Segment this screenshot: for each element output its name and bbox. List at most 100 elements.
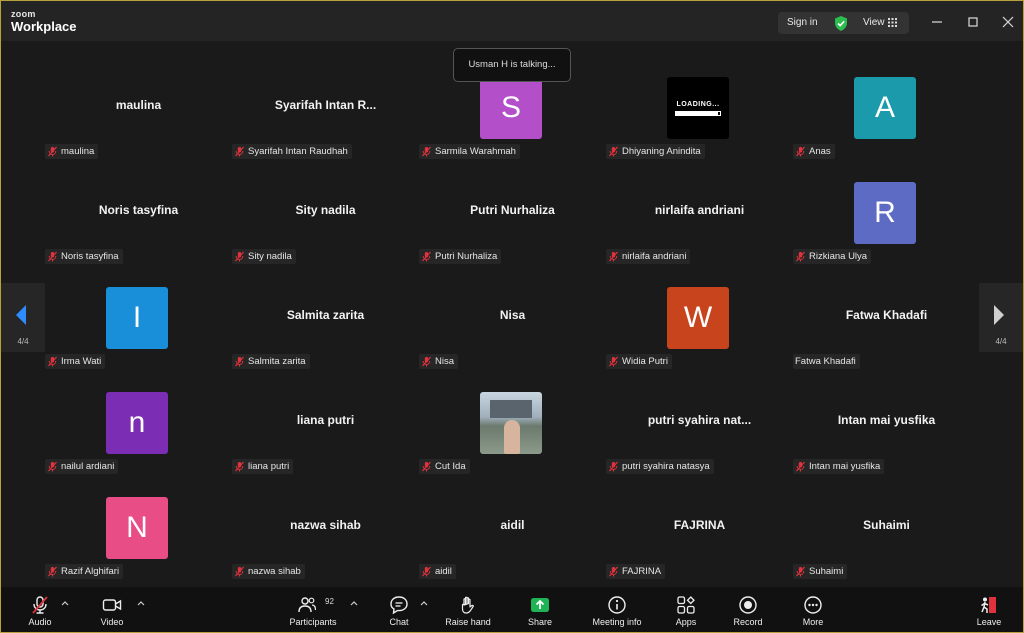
participant-name-tag: aidil xyxy=(419,564,456,579)
participant-name: Sity nadila xyxy=(248,251,292,262)
prev-page-button[interactable]: 4/4 xyxy=(1,283,45,352)
record-button[interactable]: Record xyxy=(731,587,765,632)
mic-muted-icon xyxy=(234,251,248,262)
minimize-button[interactable] xyxy=(926,11,948,33)
participant-name-tag: Intan mai yusfika xyxy=(793,459,885,474)
mic-muted-icon xyxy=(421,566,435,577)
participant-display-name: Noris tasyfina xyxy=(98,203,179,217)
participant-avatar: S xyxy=(480,77,542,139)
maximize-button[interactable] xyxy=(962,11,984,33)
chat-button[interactable]: Chat xyxy=(382,587,416,632)
participant-tile[interactable]: R Rizkiana Ulya xyxy=(793,182,980,287)
participant-tile[interactable]: Salmita zarita Salmita zarita xyxy=(232,287,419,392)
mic-muted-icon xyxy=(608,566,622,577)
mic-muted-icon xyxy=(421,461,435,472)
apps-button[interactable]: Apps xyxy=(669,587,703,632)
participant-name-tag: Cut Ida xyxy=(419,459,470,474)
participant-name: Dhiyaning Anindita xyxy=(622,146,701,157)
participant-tile[interactable]: A Anas xyxy=(793,77,980,182)
participant-name: maulina xyxy=(61,146,95,157)
close-button[interactable] xyxy=(997,11,1019,33)
sign-in-button[interactable]: Sign in xyxy=(787,17,818,28)
participant-name: Widia Putri xyxy=(622,356,668,367)
participant-name-tag: Suhaimi xyxy=(793,564,848,579)
participant-tile[interactable]: maulina maulina xyxy=(45,77,232,182)
share-label: Share xyxy=(527,617,553,627)
participant-tile[interactable]: Fatwa Khadafi Fatwa Khadafi xyxy=(793,287,980,392)
leave-label: Leave xyxy=(976,617,1002,627)
video-options-caret-icon[interactable] xyxy=(137,599,145,607)
participant-tile[interactable]: putri syahira nat... putri syahira natasy… xyxy=(606,392,793,497)
participant-name: Rizkiana Ulya xyxy=(809,251,868,262)
participant-name-tag: Anas xyxy=(793,144,835,159)
participant-tile[interactable]: Intan mai yusfika Intan mai yusfika xyxy=(793,392,980,497)
participant-tile[interactable]: I Irma Wati xyxy=(45,287,232,392)
participant-tile[interactable]: Cut Ida xyxy=(419,392,606,497)
meeting-info-label: Meeting info xyxy=(592,617,642,627)
participant-name-tag: Nisa xyxy=(419,354,459,369)
more-dots-icon xyxy=(804,596,822,614)
participant-name: putri syahira natasya xyxy=(622,461,710,472)
participant-display-name: Fatwa Khadafi xyxy=(845,308,928,322)
participant-avatar: N xyxy=(106,497,168,559)
audio-button[interactable]: Audio xyxy=(23,587,57,632)
participant-name-tag: putri syahira natasya xyxy=(606,459,714,474)
loading-bar-fill xyxy=(676,111,718,115)
chat-caret-icon[interactable] xyxy=(420,599,428,607)
mic-muted-icon xyxy=(795,461,809,472)
record-icon xyxy=(739,596,757,614)
participant-display-name: Suhaimi xyxy=(863,518,910,532)
mic-muted-icon xyxy=(234,356,248,367)
participant-name: Noris tasyfina xyxy=(61,251,119,262)
participant-tile[interactable]: S Sarmila Warahmah xyxy=(419,77,606,182)
shield-check-icon[interactable] xyxy=(834,16,848,31)
participants-caret-icon[interactable] xyxy=(350,599,358,607)
mic-muted-icon xyxy=(47,461,61,472)
mic-muted-icon xyxy=(608,461,622,472)
mic-muted-icon xyxy=(32,596,48,614)
mic-muted-icon xyxy=(795,146,809,157)
apps-label: Apps xyxy=(675,617,697,627)
more-button[interactable]: More xyxy=(796,587,830,632)
participant-tile[interactable]: Noris tasyfina Noris tasyfina xyxy=(45,182,232,287)
participant-display-name: Putri Nurhaliza xyxy=(470,203,555,217)
participant-tile[interactable]: LOADING... Dhiyaning Anindita xyxy=(606,77,793,182)
audio-label: Audio xyxy=(28,617,52,627)
sign-in-view-group: Sign in View xyxy=(778,12,909,34)
participant-name-tag: maulina xyxy=(45,144,99,159)
participant-name: Irma Wati xyxy=(61,356,102,367)
next-page-button[interactable]: 4/4 xyxy=(979,283,1023,352)
participant-tile[interactable]: Sity nadila Sity nadila xyxy=(232,182,419,287)
mic-muted-icon xyxy=(234,566,248,577)
apps-icon xyxy=(677,596,695,614)
leave-button[interactable]: Leave xyxy=(972,587,1006,632)
view-button[interactable]: View xyxy=(863,17,885,28)
participant-avatar: A xyxy=(854,77,916,139)
mic-muted-icon xyxy=(234,461,248,472)
mic-muted-icon xyxy=(421,251,435,262)
maximize-icon xyxy=(968,17,978,27)
participant-name: Salmita zarita xyxy=(248,356,306,367)
participants-button[interactable]: Participants xyxy=(285,587,341,632)
participant-name: Fatwa Khadafi xyxy=(795,356,856,367)
share-button[interactable]: Share xyxy=(523,587,557,632)
participant-tile[interactable]: nirlaifa andriani nirlaifa andriani xyxy=(606,182,793,287)
participant-name-tag: Fatwa Khadafi xyxy=(793,354,860,369)
meeting-info-button[interactable]: Meeting info xyxy=(587,587,647,632)
participant-tile[interactable]: W Widia Putri xyxy=(606,287,793,392)
participant-avatar: W xyxy=(667,287,729,349)
participant-tile[interactable]: Nisa Nisa xyxy=(419,287,606,392)
mic-muted-icon xyxy=(47,356,61,367)
participant-tile[interactable]: liana putri liana putri xyxy=(232,392,419,497)
audio-options-caret-icon[interactable] xyxy=(61,599,69,607)
participant-tile[interactable]: Syarifah Intan R... Syarifah Intan Raudha… xyxy=(232,77,419,182)
logo-line1: zoom xyxy=(11,9,36,19)
participant-name: nazwa sihab xyxy=(248,566,301,577)
participant-display-name: Sity nadila xyxy=(295,203,356,217)
participant-tile[interactable]: Putri Nurhaliza Putri Nurhaliza xyxy=(419,182,606,287)
participant-tile[interactable]: n nailul ardiani xyxy=(45,392,232,497)
video-button[interactable]: Video xyxy=(95,587,129,632)
raise-hand-button[interactable]: Raise hand xyxy=(442,587,494,632)
grid-icon[interactable] xyxy=(888,18,897,27)
active-speaker-toast: Usman H is talking... xyxy=(453,48,571,82)
